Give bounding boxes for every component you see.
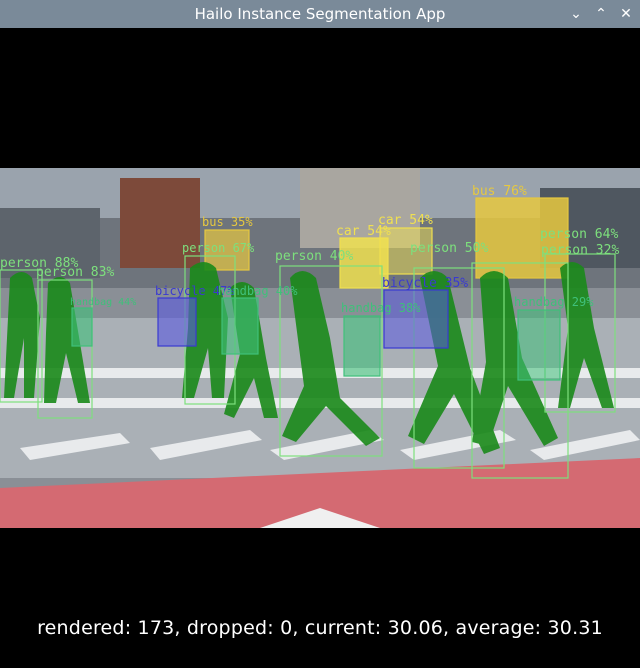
- maximize-button[interactable]: ⌃: [591, 4, 611, 24]
- fps-status-text: rendered: 173, dropped: 0, current: 30.0…: [37, 617, 603, 639]
- detection-label: car 54%: [378, 213, 433, 228]
- detection-label: handbag 38%: [341, 301, 421, 315]
- segmentation-frame: bus 76% bus 35% car 54% car 54% person 8…: [0, 168, 640, 528]
- detection-label: person 40%: [275, 249, 353, 264]
- detection-label: bus 35%: [202, 215, 253, 229]
- window-title: Hailo Instance Segmentation App: [194, 5, 446, 23]
- detection-label: handbag 40%: [218, 284, 298, 298]
- detection-person-7: person 32%: [541, 243, 619, 258]
- detection-label: person 83%: [36, 265, 114, 280]
- video-canvas: bus 76% bus 35% car 54% car 54% person 8…: [0, 28, 640, 608]
- detection-label: person 67%: [182, 241, 255, 255]
- detection-label: handbag 29%: [514, 295, 594, 309]
- window-title-bar: Hailo Instance Segmentation App ⌄ ⌃ ✕: [0, 0, 640, 28]
- detection-label: person 32%: [541, 243, 619, 258]
- detection-label: person 50%: [410, 241, 488, 256]
- close-button[interactable]: ✕: [616, 4, 636, 24]
- detection-label: handbag 44%: [70, 297, 136, 308]
- detection-label: bus 76%: [472, 184, 527, 199]
- minimize-button[interactable]: ⌄: [566, 4, 586, 24]
- detection-label: bicycle 35%: [382, 276, 468, 291]
- detection-label: person 64%: [540, 227, 618, 242]
